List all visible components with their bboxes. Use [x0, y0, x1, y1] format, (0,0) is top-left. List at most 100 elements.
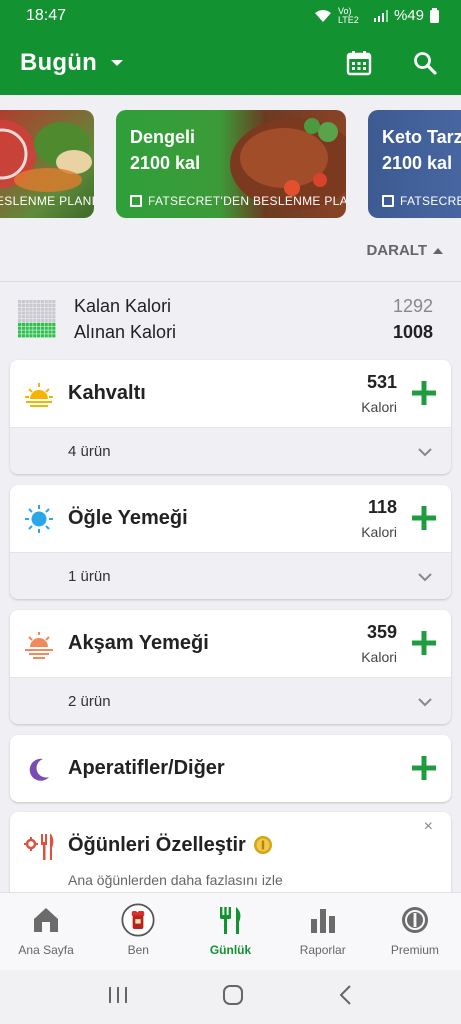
nav-premium[interactable]: Premium	[369, 893, 461, 970]
add-food-button[interactable]	[409, 753, 439, 783]
calorie-grid-cell	[21, 311, 25, 315]
meal-plan-card-dengeli[interactable]: Dengeli 2100 kal FATSECRET'DEN BESLENME P…	[116, 110, 346, 218]
nav-home[interactable]: Ana Sayfa	[0, 893, 92, 970]
calorie-grid-cell	[48, 326, 52, 330]
calorie-grid-cell	[33, 319, 37, 323]
meal-item-count: 2 ürün	[68, 693, 111, 710]
calorie-grid-cell	[40, 330, 44, 334]
meal-name: Akşam Yemeği	[68, 632, 209, 654]
back-icon[interactable]	[338, 984, 354, 1011]
calorie-grid-cell	[29, 300, 33, 304]
calorie-grid-cell	[52, 326, 56, 330]
calorie-grid-cell	[40, 300, 44, 304]
collapse-label: DARALT	[366, 242, 427, 259]
nav-diary[interactable]: Günlük	[184, 893, 276, 970]
add-food-button[interactable]	[409, 378, 439, 408]
premium-badge-icon	[398, 903, 432, 937]
calorie-grid-cell	[33, 315, 37, 319]
calorie-grid-cell	[48, 330, 52, 334]
calorie-grid-cell	[48, 303, 52, 307]
meal-items-toggle[interactable]: 4 ürün	[10, 427, 451, 474]
calorie-grid-cell	[18, 315, 22, 319]
calorie-grid-cell	[21, 322, 25, 326]
calorie-grid-cell	[48, 307, 52, 311]
add-food-button[interactable]	[409, 628, 439, 658]
calendar-icon[interactable]	[343, 47, 375, 79]
calorie-grid-cell	[21, 319, 25, 323]
meal-header[interactable]: Akşam Yemeği 359 Kalori	[10, 610, 451, 677]
calorie-grid-cell	[18, 307, 22, 311]
remaining-calories-value: 1292	[392, 296, 433, 316]
calorie-grid-cell	[40, 307, 44, 311]
calorie-grid-cell	[29, 334, 33, 338]
meal-items-toggle[interactable]: 1 ürün	[10, 552, 451, 599]
calorie-grid-cell	[40, 322, 44, 326]
calorie-grid-cell	[25, 300, 29, 304]
meal-calories: 118	[367, 497, 397, 517]
chevron-down-icon[interactable]	[110, 60, 123, 66]
calorie-grid-cell	[18, 319, 22, 323]
collapse-button[interactable]: DARALT	[366, 242, 443, 259]
plan-card-subtitle: ESLENME PLANI	[0, 194, 94, 208]
nav-label: Raporlar	[299, 943, 346, 957]
meal-plan-carousel[interactable]: ESLENME PLANI Dengeli 2100 kal FATSECRET'…	[0, 110, 461, 220]
meal-header[interactable]: Aperatifler/Diğer	[10, 735, 451, 802]
calorie-grid-cell	[40, 311, 44, 315]
calorie-grid-cell	[21, 307, 25, 311]
meal-header[interactable]: Öğle Yemeği 118 Kalori	[10, 485, 451, 552]
calorie-grid-cell	[33, 303, 37, 307]
divider	[0, 281, 461, 282]
calorie-grid-cell	[40, 303, 44, 307]
calorie-grid-cell	[21, 334, 25, 338]
close-icon[interactable]: ×	[424, 818, 433, 836]
chevron-up-icon	[433, 247, 443, 254]
calorie-grid-cell	[37, 307, 41, 311]
calorie-grid-cell	[21, 315, 25, 319]
profile-avatar-icon	[121, 903, 155, 937]
recent-apps-icon[interactable]	[107, 985, 129, 1010]
meal-header[interactable]: Kahvaltı 531 Kalori	[10, 360, 451, 427]
add-food-button[interactable]	[409, 503, 439, 533]
calorie-grid-cell	[25, 307, 29, 311]
meal-plan-card-keto[interactable]: Keto Tarzı 2100 kal FATSECRET'DEN	[368, 110, 461, 218]
date-selector-title[interactable]: Bugün	[20, 49, 97, 77]
nav-reports[interactable]: Raporlar	[277, 893, 369, 970]
calorie-grid-cell	[33, 334, 37, 338]
meal-name: Aperatifler/Diğer	[68, 757, 225, 779]
calorie-grid-cell	[37, 300, 41, 304]
calorie-grid-cell	[52, 330, 56, 334]
calorie-grid-cell	[25, 315, 29, 319]
remaining-calories-label: Kalan Kalori	[74, 296, 172, 316]
calorie-grid-cell	[29, 307, 33, 311]
network-label: Vo) LTE2	[337, 5, 359, 25]
meal-card-lunch: Öğle Yemeği 118 Kalori 1 ürün	[10, 485, 451, 599]
search-icon[interactable]	[409, 47, 441, 79]
sunset-icon	[25, 632, 53, 659]
calorie-grid-cell	[44, 334, 48, 338]
premium-coin-icon	[254, 836, 272, 854]
calorie-grid-cell	[29, 326, 33, 330]
calorie-grid-cell	[48, 311, 52, 315]
calorie-grid-cell	[52, 315, 56, 319]
plan-card-subtitle: FATSECRET'DEN BESLENME PLANI	[148, 194, 346, 208]
wifi-icon	[314, 9, 331, 22]
plan-card-calories: 2100 kal	[130, 153, 201, 173]
meal-plan-card[interactable]: ESLENME PLANI	[0, 110, 94, 218]
calorie-grid-cell	[29, 311, 33, 315]
calorie-grid-cell	[44, 322, 48, 326]
calorie-grid-cell	[21, 303, 25, 307]
fork-knife-icon	[214, 903, 248, 937]
signal-icon	[373, 9, 388, 22]
meal-items-toggle[interactable]: 2 ürün	[10, 677, 451, 724]
consumed-calories-label: Alınan Kalori	[74, 322, 177, 342]
home-button-icon[interactable]	[222, 984, 244, 1011]
calorie-grid-cell	[48, 319, 52, 323]
calorie-grid-cell	[18, 326, 22, 330]
customize-meals-promo[interactable]: Öğünleri Özelleştir Ana öğünlerden daha …	[10, 812, 451, 902]
system-navigation-bar	[0, 970, 461, 1024]
calorie-grid-cell	[25, 319, 29, 323]
calorie-grid-cell	[48, 315, 52, 319]
nav-me[interactable]: Ben	[92, 893, 184, 970]
calorie-grid-cell	[48, 334, 52, 338]
calorie-summary[interactable]: Kalan Kalori 1292 Alınan Kalori 1008	[0, 296, 461, 348]
